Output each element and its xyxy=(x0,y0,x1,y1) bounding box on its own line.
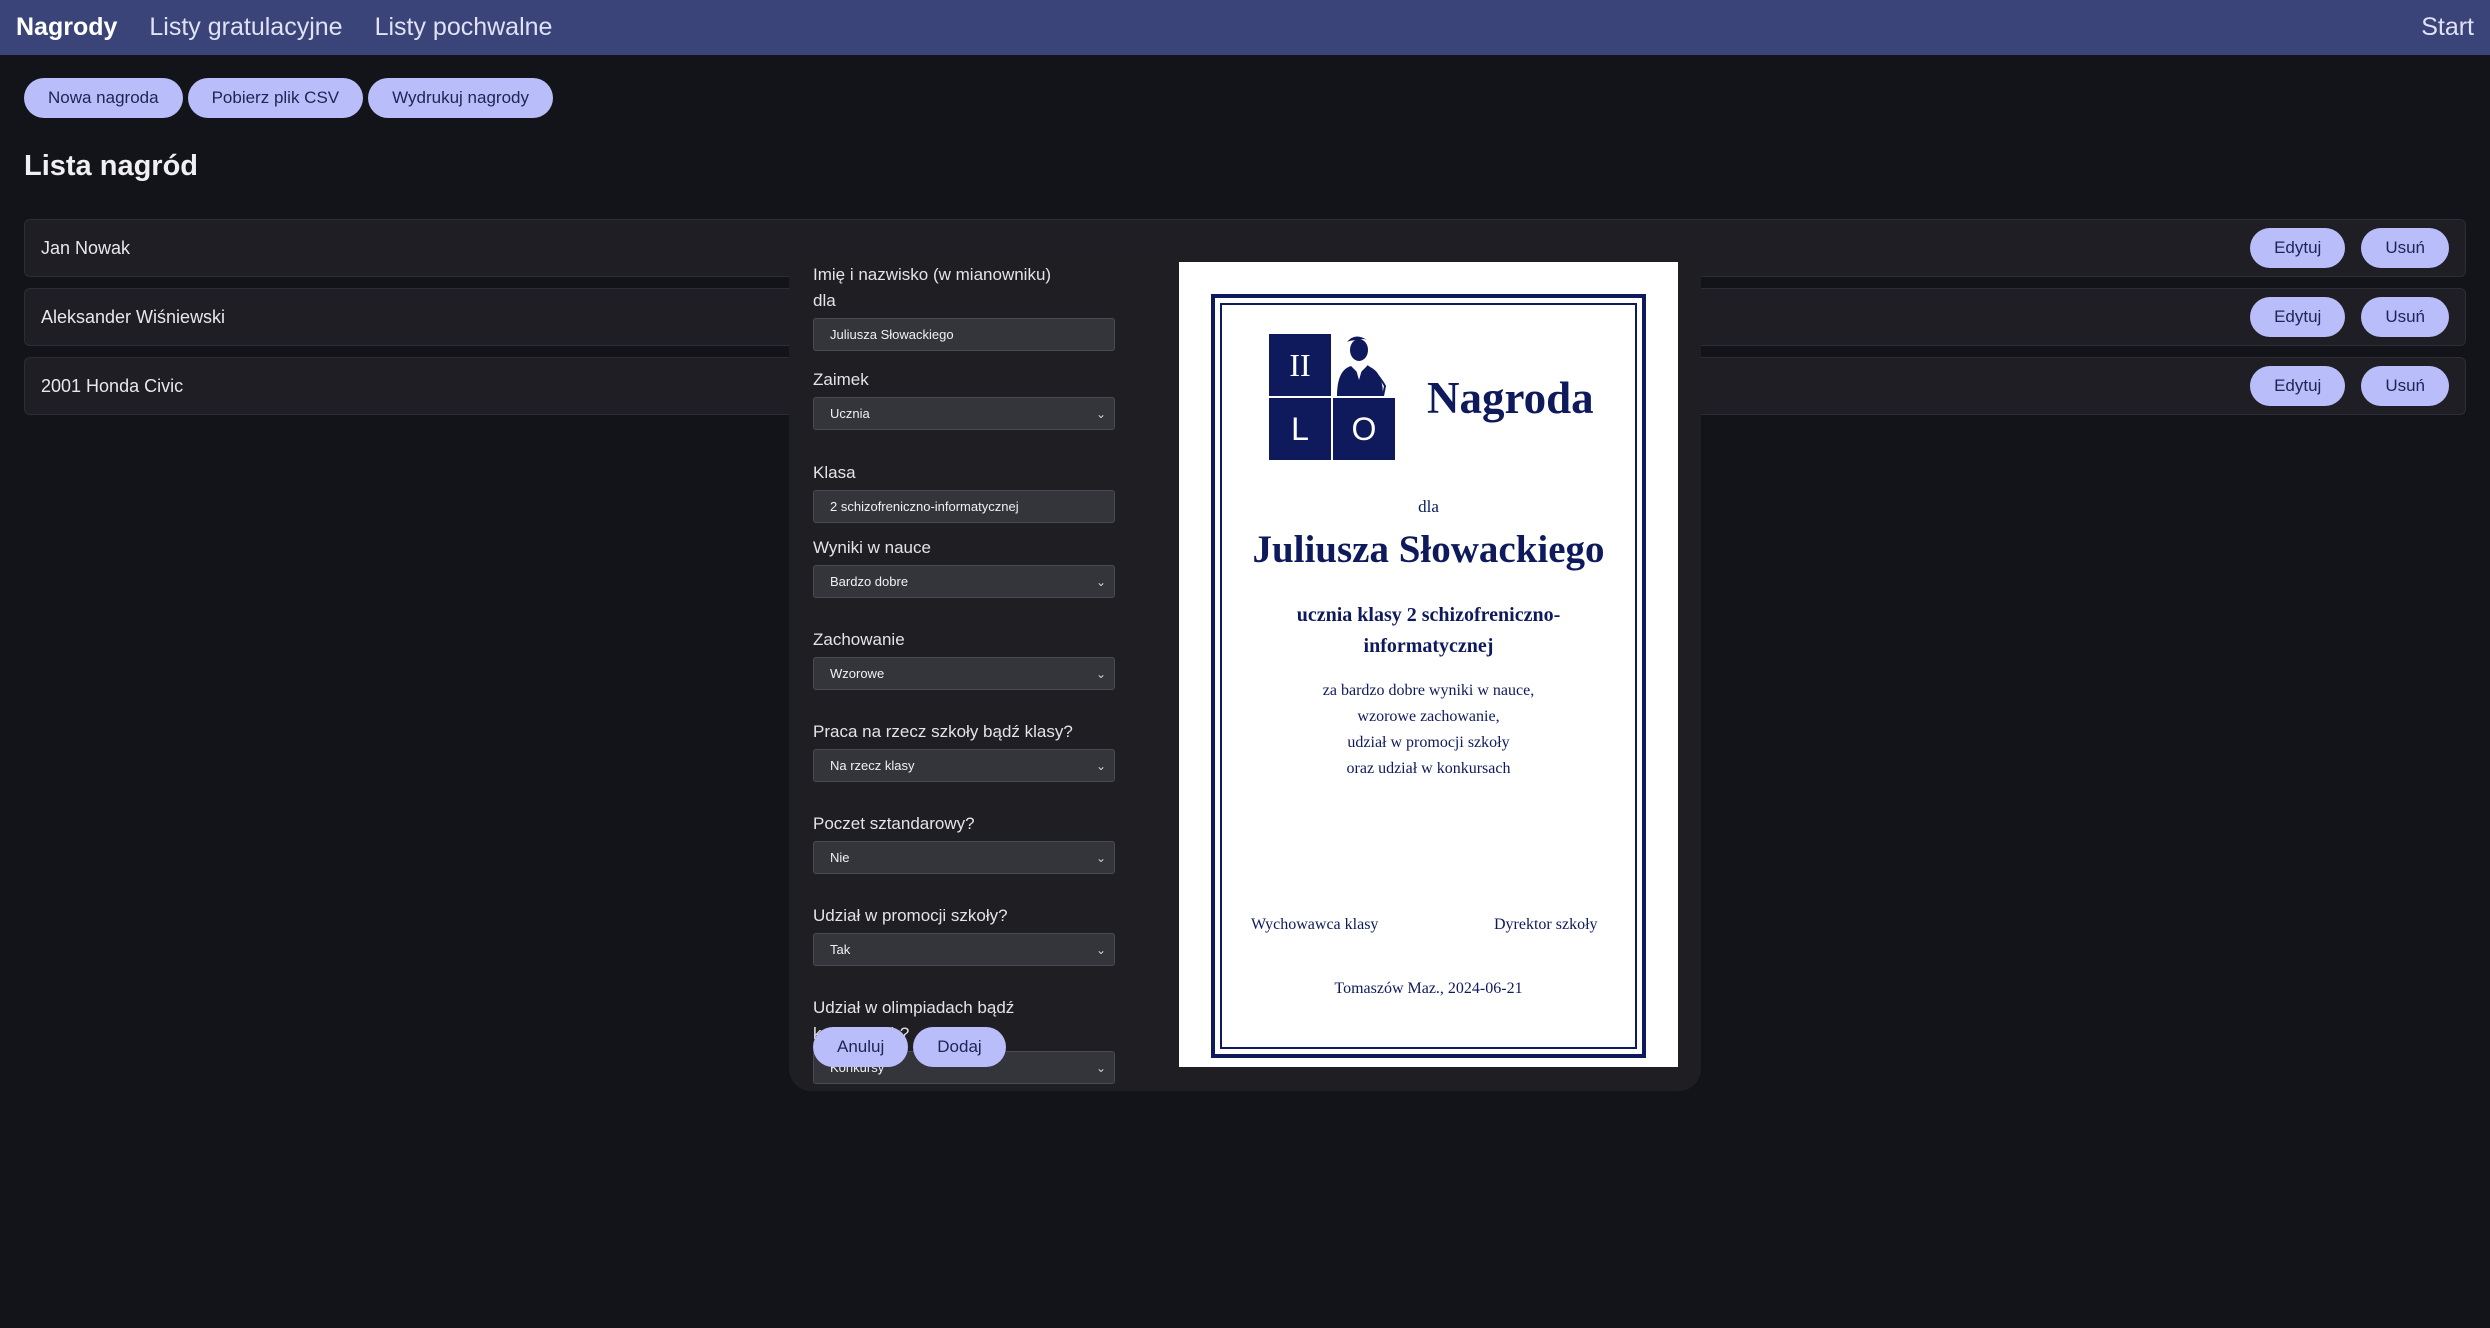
chevron-down-icon: ⌄ xyxy=(1095,574,1106,589)
diploma-date-line: Tomaszów Maz., 2024-06-21 xyxy=(1334,980,1523,997)
diploma-sign-director: Dyrektor szkoły xyxy=(1494,916,1598,933)
delete-button[interactable]: Usuń xyxy=(2361,366,2449,406)
page-title: Lista nagród xyxy=(24,150,199,182)
grades-label: Wyniki w nauce xyxy=(813,538,931,557)
behavior-label: Zachowanie xyxy=(813,630,905,649)
nav-link-listy-pochwalne[interactable]: Listy pochwalne xyxy=(375,13,553,42)
form-buttons: Anuluj Dodaj xyxy=(813,1027,1006,1067)
behavior-select[interactable]: Wzorowe ⌄ xyxy=(813,657,1115,690)
grades-select[interactable]: Bardzo dobre ⌄ xyxy=(813,565,1115,598)
diploma-reasons: za bardzo dobre wyniki w nauce, wzorowe … xyxy=(1179,678,1678,782)
chevron-down-icon: ⌄ xyxy=(1095,406,1106,421)
grades-group: Wyniki w nauce Bardzo dobre ⌄ xyxy=(813,535,1115,598)
logo-tile-ii: II xyxy=(1269,334,1331,396)
pronoun-select-value: Ucznia xyxy=(830,406,870,421)
behavior-select-value: Wzorowe xyxy=(830,666,885,681)
name-label: Imię i nazwisko (w mianowniku) xyxy=(813,265,1052,284)
pronoun-label: Zaimek xyxy=(813,370,869,389)
new-award-button[interactable]: Nowa nagroda xyxy=(24,78,183,118)
banner-group: Poczet sztandarowy? Nie ⌄ xyxy=(813,811,1115,874)
diploma-class-line: ucznia klasy 2 schizofreniczno-informaty… xyxy=(1296,604,1561,657)
promo-select-value: Tak xyxy=(830,942,851,957)
pronoun-select[interactable]: Ucznia ⌄ xyxy=(813,397,1115,430)
diploma-preview: II L O Nagroda dla Juliusza Słowackiego … xyxy=(1179,262,1678,1067)
cancel-button[interactable]: Anuluj xyxy=(813,1027,909,1067)
row-actions: Edytuj Usuń xyxy=(2250,297,2449,337)
work-select[interactable]: Na rzecz klasy ⌄ xyxy=(813,749,1115,782)
promo-group: Udział w promocji szkoły? Tak ⌄ xyxy=(813,903,1115,966)
banner-select-value: Nie xyxy=(830,850,850,865)
name-sub-label: dla xyxy=(813,291,836,310)
chevron-down-icon: ⌄ xyxy=(1095,666,1106,681)
grades-select-value: Bardzo dobre xyxy=(830,574,909,589)
class-label: Klasa xyxy=(813,463,856,482)
diploma-dla: dla xyxy=(1418,497,1439,516)
diploma-title: Nagroda xyxy=(1427,373,1594,423)
class-group: Klasa 2 schizofreniczno-informatycznej xyxy=(813,460,1115,523)
edit-button[interactable]: Edytuj xyxy=(2250,228,2346,268)
promo-label: Udział w promocji szkoły? xyxy=(813,906,1008,925)
logo-tile-l: L xyxy=(1269,398,1331,460)
diploma-reason-line: za bardzo dobre wyniki w nauce, xyxy=(1322,682,1535,699)
chevron-down-icon: ⌄ xyxy=(1095,758,1106,773)
chevron-down-icon: ⌄ xyxy=(1095,942,1106,957)
top-navbar: Nagrody Listy gratulacyjne Listy pochwal… xyxy=(0,0,2490,55)
diploma-recipient-name: Juliusza Słowackiego xyxy=(1252,528,1605,571)
behavior-group: Zachowanie Wzorowe ⌄ xyxy=(813,627,1115,690)
delete-button[interactable]: Usuń xyxy=(2361,228,2449,268)
download-csv-button[interactable]: Pobierz plik CSV xyxy=(187,78,364,118)
name-group: Imię i nazwisko (w mianowniku) dla Juliu… xyxy=(813,262,1115,351)
work-group: Praca na rzecz szkoły bądź klasy? Na rze… xyxy=(813,719,1115,782)
work-select-value: Na rzecz klasy xyxy=(830,758,915,773)
chevron-down-icon: ⌄ xyxy=(1095,1060,1106,1075)
portrait-icon xyxy=(1337,336,1387,396)
work-label: Praca na rzecz szkoły bądź klasy? xyxy=(813,722,1073,741)
nav-link-listy-gratulacyjne[interactable]: Listy gratulacyjne xyxy=(149,13,342,42)
chevron-down-icon: ⌄ xyxy=(1095,850,1106,865)
banner-select[interactable]: Nie ⌄ xyxy=(813,841,1115,874)
new-award-modal: Imię i nazwisko (w mianowniku) dla Juliu… xyxy=(789,252,1701,1091)
promo-select[interactable]: Tak ⌄ xyxy=(813,933,1115,966)
diploma-sign-teacher: Wychowawca klasy xyxy=(1251,916,1379,933)
logo-tile-o: O xyxy=(1333,398,1395,460)
row-actions: Edytuj Usuń xyxy=(2250,366,2449,406)
diploma-reason-line: udział w promocji szkoły xyxy=(1347,734,1510,751)
school-logo: II L O xyxy=(1269,334,1399,464)
add-button[interactable]: Dodaj xyxy=(913,1027,1006,1067)
nav-link-start[interactable]: Start xyxy=(2421,13,2474,42)
name-input[interactable]: Juliusza Słowackiego xyxy=(813,318,1115,351)
diploma-reason-line: wzorowe zachowanie, xyxy=(1357,708,1500,725)
diploma-reason-line: oraz udział w konkursach xyxy=(1346,760,1511,777)
edit-button[interactable]: Edytuj xyxy=(2250,297,2346,337)
nav-brand-nagrody[interactable]: Nagrody xyxy=(16,13,117,42)
row-actions: Edytuj Usuń xyxy=(2250,228,2449,268)
pronoun-group: Zaimek Ucznia ⌄ xyxy=(813,367,1115,430)
edit-button[interactable]: Edytuj xyxy=(2250,366,2346,406)
class-input[interactable]: 2 schizofreniczno-informatycznej xyxy=(813,490,1115,523)
print-awards-button[interactable]: Wydrukuj nagrody xyxy=(368,78,553,118)
banner-label: Poczet sztandarowy? xyxy=(813,814,975,833)
award-form: Imię i nazwisko (w mianowniku) dla Juliu… xyxy=(813,262,1115,1084)
toolbar: Nowa nagroda Pobierz plik CSV Wydrukuj n… xyxy=(24,78,553,118)
delete-button[interactable]: Usuń xyxy=(2361,297,2449,337)
